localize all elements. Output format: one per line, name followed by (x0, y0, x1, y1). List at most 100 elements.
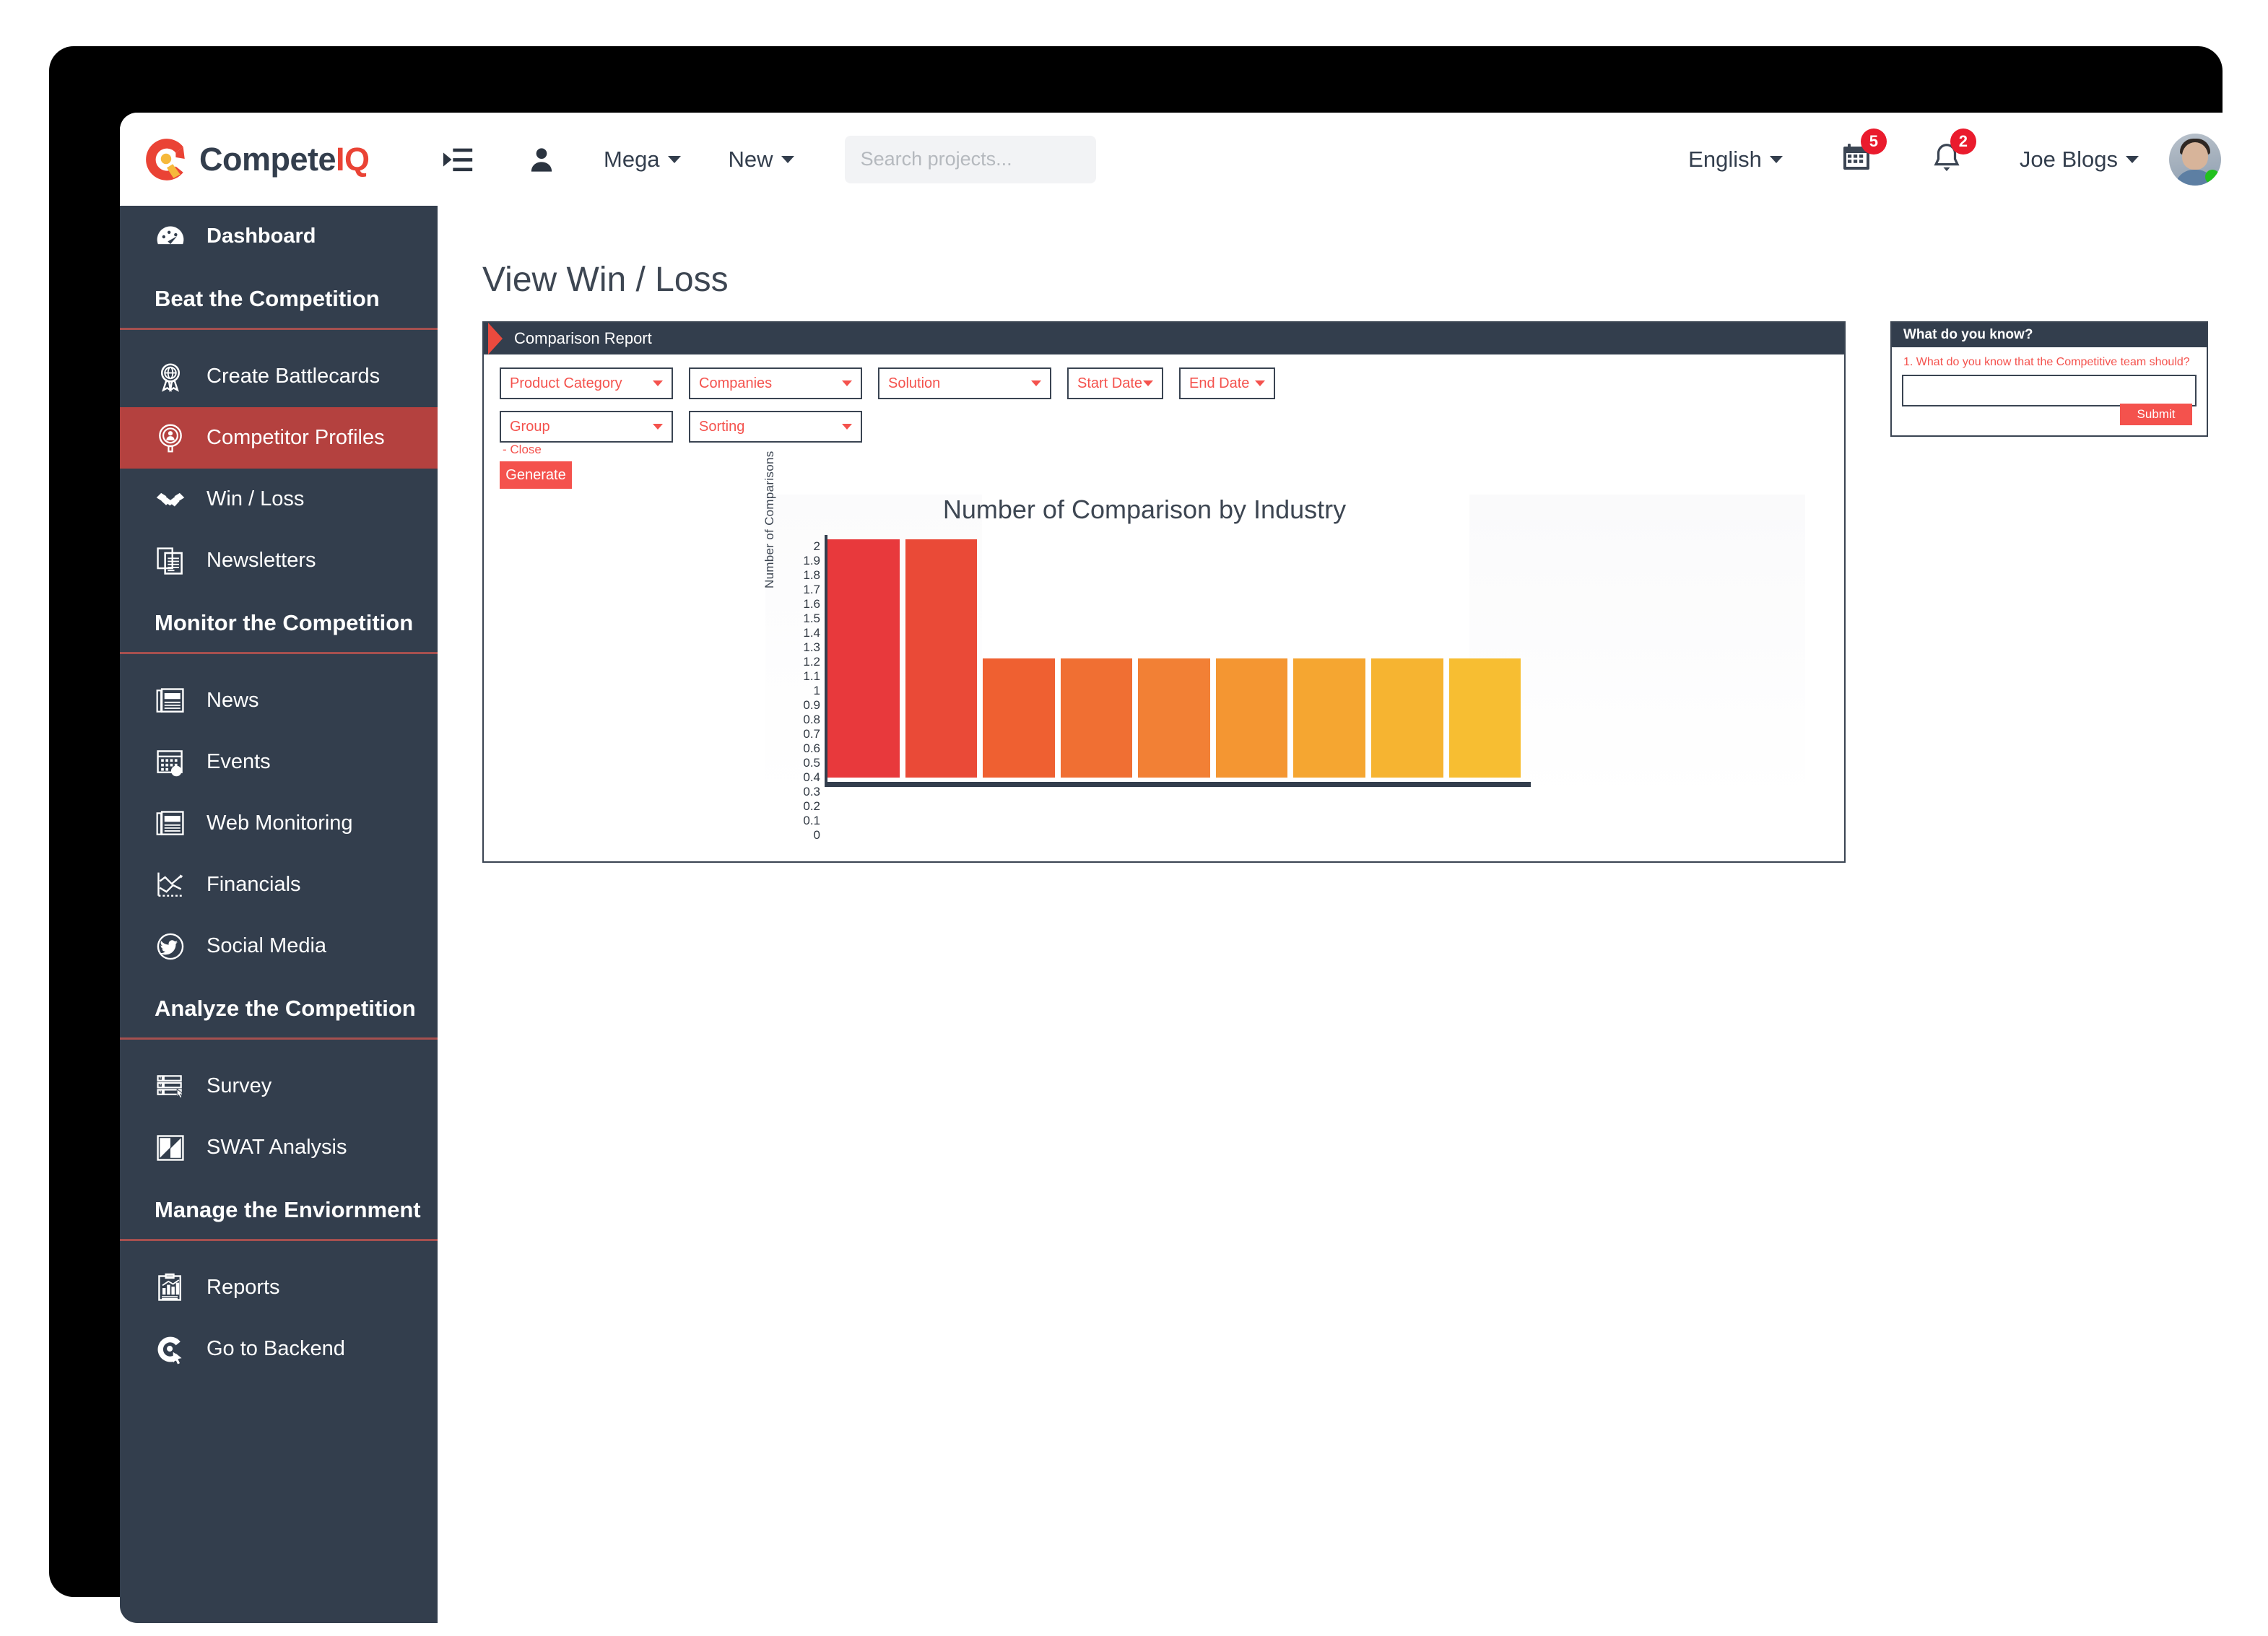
filter-label: Companies (699, 375, 773, 391)
sidebar-item-label: Survey (207, 1074, 272, 1097)
sidebar-item-competitor-profiles[interactable]: Competitor Profiles (120, 407, 438, 469)
filter-group[interactable]: Group (500, 411, 673, 443)
sidebar-item-label: Social Media (207, 934, 327, 957)
chart-bar (1060, 658, 1133, 778)
chart-tick-label: 0.6 (803, 741, 820, 755)
chart-tick-label: 0.2 (803, 799, 820, 813)
chart-tick-label: 0.7 (803, 727, 820, 741)
arrow-right-icon (488, 323, 503, 354)
chart-tick-label: 0 (813, 828, 820, 842)
chart-plot-area (827, 539, 1521, 778)
filter-companies[interactable]: Companies (689, 367, 862, 399)
chevron-down-icon (2126, 155, 2139, 163)
sidebar-item-label: Financials (207, 873, 301, 896)
user-menu[interactable]: Joe Blogs (2020, 147, 2139, 173)
filter-solution[interactable]: Solution (878, 367, 1051, 399)
chevron-down-icon (653, 424, 663, 430)
filter-label: Sorting (699, 418, 745, 435)
device-bezel: CompeteIQ Mega New Search projects... En… (49, 46, 2250, 1623)
chart-tick-label: 1.6 (803, 597, 820, 611)
chart-y-axis-ticks: 2 1.9 1.8 1.7 1.6 1.5 1.4 1.3 1.2 1.1 1 0.9 0.8 0.7 0.… (781, 539, 820, 842)
filters-row-2: Group Sorting (500, 411, 1275, 443)
filter-label: Start Date (1077, 375, 1143, 391)
filter-label: Solution (888, 375, 941, 391)
compete-cursor-icon (157, 1336, 182, 1365)
sidebar-item-label: Dashboard (207, 225, 316, 248)
nav-menu-mega[interactable]: Mega (604, 147, 681, 173)
sidebar-item-survey[interactable]: ??? Survey (120, 1056, 438, 1117)
sidebar-item-go-to-backend[interactable]: Go to Backend (120, 1318, 438, 1380)
sidebar-item-newsletters[interactable]: Newsletters (120, 530, 438, 591)
filter-product-category[interactable]: Product Category (500, 367, 673, 399)
chevron-down-icon (842, 380, 852, 386)
sidebar-heading-manage: Manage the Enviornment (120, 1178, 438, 1241)
twitter-bird-icon (157, 933, 184, 960)
sidebar-item-web-monitoring[interactable]: Web Monitoring (120, 793, 438, 854)
sidebar-item-label: Competitor Profiles (207, 426, 385, 449)
chart-bar (983, 658, 1055, 778)
chart-tick-label: 1.5 (803, 612, 820, 625)
sidebar-item-events[interactable]: Events (120, 731, 438, 793)
calendar-badge: 5 (1860, 129, 1887, 155)
sidebar-item-label: Web Monitoring (207, 812, 353, 835)
calendar-event-icon (157, 749, 183, 776)
app-window: CompeteIQ Mega New Search projects... En… (120, 113, 2250, 1623)
chart-tick-label: 0.3 (803, 785, 820, 799)
sidebar-item-win-loss[interactable]: Win / Loss (120, 469, 438, 530)
main-content: View Win / Loss Comparison Report Produc… (438, 206, 2250, 1623)
app-logo[interactable]: CompeteIQ (120, 113, 438, 206)
notifications-button[interactable]: 2 (1930, 129, 1976, 178)
what-do-you-know-header: What do you know? (1892, 323, 2207, 347)
close-link[interactable]: - Close (503, 443, 542, 457)
sidebar-item-label: Go to Backend (207, 1337, 345, 1360)
sidebar-item-dashboard[interactable]: Dashboard (120, 206, 438, 267)
page-title: View Win / Loss (482, 261, 729, 299)
comparison-report-title: Comparison Report (514, 329, 652, 347)
sidebar-item-reports[interactable]: Reports (120, 1257, 438, 1318)
sidebar-item-label: News (207, 689, 259, 712)
what-do-you-know-title: What do you know? (1903, 327, 2033, 342)
search-input[interactable] (860, 148, 1116, 170)
nav-menu-new[interactable]: New (729, 147, 794, 173)
menu-collapse-icon[interactable] (442, 143, 475, 176)
calendar-button[interactable]: 5 (1839, 129, 1887, 178)
comparison-report-card: Comparison Report Product Category Compa… (482, 321, 1846, 863)
online-status-dot (2205, 169, 2220, 184)
sidebar-item-label: Reports (207, 1276, 280, 1299)
sidebar-item-create-battlecards[interactable]: Create Battlecards (120, 346, 438, 407)
sidebar: Dashboard Beat the Competition Create Ba… (120, 206, 438, 1623)
sidebar-item-swat-analysis[interactable]: SWAT Analysis (120, 1117, 438, 1178)
sidebar-item-financials[interactable]: Financials (120, 854, 438, 915)
chevron-down-icon (653, 380, 663, 386)
what-do-you-know-card: What do you know? 1. What do you know th… (1890, 321, 2208, 437)
chevron-down-icon (1031, 380, 1041, 386)
nav-menu-mega-label: Mega (604, 146, 660, 172)
sidebar-item-label: Events (207, 750, 271, 773)
chart-bar (1215, 658, 1288, 778)
sidebar-heading-analyze: Analyze the Competition (120, 977, 438, 1040)
sidebar-item-label: Newsletters (207, 549, 316, 572)
sidebar-item-news[interactable]: News (120, 670, 438, 731)
report-clipboard-icon (158, 1273, 181, 1301)
submit-button[interactable]: Submit (2120, 404, 2192, 425)
newspaper-icon (156, 810, 184, 835)
what-do-you-know-input[interactable] (1902, 375, 2197, 406)
filters-row-1: Product Category Companies Solution Star… (500, 367, 1275, 399)
filter-sorting[interactable]: Sorting (689, 411, 862, 443)
sidebar-item-social-media[interactable]: Social Media (120, 915, 438, 977)
language-selector[interactable]: English (1688, 147, 1783, 173)
chart-y-axis-label: Number of Comparisons (762, 451, 776, 588)
person-icon[interactable] (527, 144, 556, 175)
filter-start-date[interactable]: Start Date (1067, 367, 1163, 399)
filter-end-date[interactable]: End Date (1179, 367, 1275, 399)
sidebar-heading-beat: Beat the Competition (120, 267, 438, 330)
chart-tick-label: 0.1 (803, 814, 820, 827)
search-box[interactable] (844, 135, 1116, 183)
avatar[interactable] (2169, 133, 2221, 186)
chevron-down-icon (1255, 380, 1265, 386)
newspaper-icon (156, 687, 184, 713)
generate-button[interactable]: Generate (500, 461, 572, 489)
sidebar-item-label: SWAT Analysis (207, 1136, 347, 1159)
